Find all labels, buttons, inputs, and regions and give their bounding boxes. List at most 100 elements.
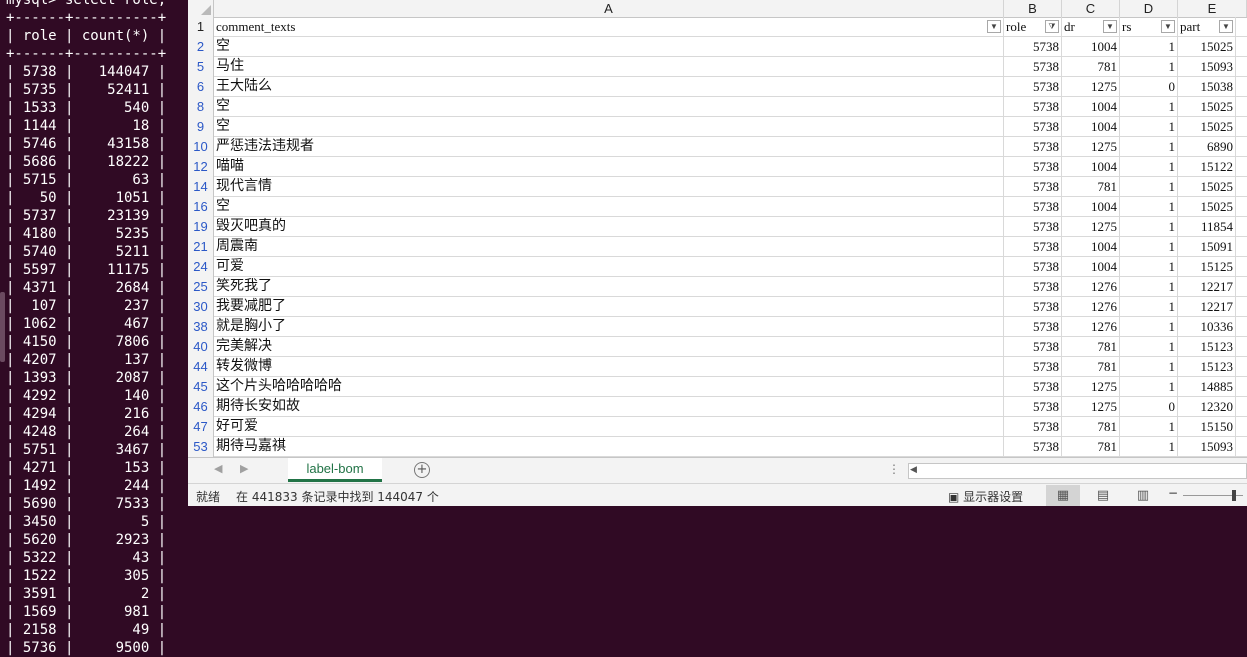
cell-part[interactable]: 15122 xyxy=(1178,157,1236,177)
row-number[interactable]: 8 xyxy=(188,97,214,117)
cell-role[interactable]: 5738 xyxy=(1004,137,1062,157)
cell-part[interactable]: 15038 xyxy=(1178,77,1236,97)
cell-comment-text[interactable]: 转发微博 xyxy=(214,357,1004,377)
tab-splitter-handle[interactable]: ⋮ xyxy=(888,462,900,477)
column-header-a[interactable]: A xyxy=(214,0,1004,17)
cell-rs[interactable]: 1 xyxy=(1120,277,1178,297)
cell-comment-text[interactable]: 现代言情 xyxy=(214,177,1004,197)
cell-dr[interactable]: 1275 xyxy=(1062,397,1120,417)
cell-rs[interactable]: 1 xyxy=(1120,317,1178,337)
row-number[interactable]: 14 xyxy=(188,177,214,197)
cell-comment-text[interactable]: 好可爱 xyxy=(214,417,1004,437)
cell-dr[interactable]: 781 xyxy=(1062,337,1120,357)
row-number[interactable]: 16 xyxy=(188,197,214,217)
cell-grid[interactable]: 1 comment_texts ▼ role ⧩ dr ▼ rs ▼ part … xyxy=(188,17,1247,457)
row-number[interactable]: 44 xyxy=(188,357,214,377)
cell-rs[interactable]: 0 xyxy=(1120,397,1178,417)
cell-role[interactable]: 5738 xyxy=(1004,397,1062,417)
filter-dropdown-icon[interactable]: ▼ xyxy=(1161,20,1175,33)
cell-rs[interactable]: 0 xyxy=(1120,77,1178,97)
cell-rs[interactable]: 1 xyxy=(1120,117,1178,137)
cell-dr[interactable]: 1004 xyxy=(1062,97,1120,117)
cell-dr[interactable]: 781 xyxy=(1062,177,1120,197)
cell-role[interactable]: 5738 xyxy=(1004,197,1062,217)
cell-role[interactable]: 5738 xyxy=(1004,417,1062,437)
cell-dr[interactable]: 1004 xyxy=(1062,37,1120,57)
cell-rs[interactable]: 1 xyxy=(1120,197,1178,217)
cell-comment-text[interactable]: 完美解决 xyxy=(214,337,1004,357)
cell-role[interactable]: 5738 xyxy=(1004,437,1062,457)
cell-part[interactable]: 15093 xyxy=(1178,437,1236,457)
cell-dr[interactable]: 1275 xyxy=(1062,137,1120,157)
normal-view-icon[interactable]: ▦ xyxy=(1046,485,1080,506)
cell-part[interactable]: 12217 xyxy=(1178,277,1236,297)
cell-part[interactable]: 15025 xyxy=(1178,177,1236,197)
cell-dr[interactable]: 781 xyxy=(1062,437,1120,457)
page-break-view-icon[interactable]: ▥ xyxy=(1126,485,1160,506)
row-number[interactable]: 21 xyxy=(188,237,214,257)
cell-part[interactable]: 10336 xyxy=(1178,317,1236,337)
terminal-panel[interactable]: mysql> select role, +------+----------+ | … xyxy=(0,0,188,657)
cell-dr[interactable]: 1276 xyxy=(1062,317,1120,337)
cell-part[interactable]: 15093 xyxy=(1178,57,1236,77)
column-header-d[interactable]: D xyxy=(1120,0,1178,17)
cell-comment-text[interactable]: 严惩违法违规者 xyxy=(214,137,1004,157)
cell-comment-text[interactable]: 空 xyxy=(214,117,1004,137)
cell-part[interactable]: 6890 xyxy=(1178,137,1236,157)
zoom-slider-handle[interactable] xyxy=(1232,490,1236,501)
cell-dr[interactable]: 1004 xyxy=(1062,157,1120,177)
cell-dr[interactable]: 781 xyxy=(1062,57,1120,77)
cell-comment-text[interactable]: 毁灭吧真的 xyxy=(214,217,1004,237)
cell-part[interactable]: 12217 xyxy=(1178,297,1236,317)
cell-dr[interactable]: 781 xyxy=(1062,417,1120,437)
terminal-scrollbar[interactable] xyxy=(0,292,5,362)
prev-sheet-icon[interactable]: ◀ xyxy=(214,462,222,475)
row-number[interactable]: 40 xyxy=(188,337,214,357)
row-number[interactable]: 46 xyxy=(188,397,214,417)
cell-rs[interactable]: 1 xyxy=(1120,377,1178,397)
cell-rs[interactable]: 1 xyxy=(1120,297,1178,317)
cell-part[interactable]: 15125 xyxy=(1178,257,1236,277)
filter-dropdown-icon[interactable]: ▼ xyxy=(987,20,1001,33)
cell-dr[interactable]: 1004 xyxy=(1062,257,1120,277)
header-cell-comment-texts[interactable]: comment_texts xyxy=(214,17,1004,37)
cell-comment-text[interactable]: 笑死我了 xyxy=(214,277,1004,297)
cell-rs[interactable]: 1 xyxy=(1120,237,1178,257)
cell-comment-text[interactable]: 这个片头哈哈哈哈哈 xyxy=(214,377,1004,397)
zoom-out-button[interactable]: − xyxy=(1168,486,1178,500)
cell-part[interactable]: 15025 xyxy=(1178,37,1236,57)
cell-rs[interactable]: 1 xyxy=(1120,217,1178,237)
cell-part[interactable]: 15025 xyxy=(1178,117,1236,137)
cell-comment-text[interactable]: 期待长安如故 xyxy=(214,397,1004,417)
cell-part[interactable]: 15091 xyxy=(1178,237,1236,257)
cell-dr[interactable]: 1275 xyxy=(1062,77,1120,97)
cell-comment-text[interactable]: 周震南 xyxy=(214,237,1004,257)
row-number[interactable]: 6 xyxy=(188,77,214,97)
cell-role[interactable]: 5738 xyxy=(1004,37,1062,57)
row-number[interactable]: 9 xyxy=(188,117,214,137)
cell-role[interactable]: 5738 xyxy=(1004,157,1062,177)
cell-dr[interactable]: 1275 xyxy=(1062,377,1120,397)
row-number[interactable]: 12 xyxy=(188,157,214,177)
cell-comment-text[interactable]: 期待马嘉祺 xyxy=(214,437,1004,457)
cell-comment-text[interactable]: 我要减肥了 xyxy=(214,297,1004,317)
cell-role[interactable]: 5738 xyxy=(1004,357,1062,377)
row-number[interactable]: 5 xyxy=(188,57,214,77)
cell-part[interactable]: 11854 xyxy=(1178,217,1236,237)
cell-rs[interactable]: 1 xyxy=(1120,157,1178,177)
cell-comment-text[interactable]: 空 xyxy=(214,37,1004,57)
row-number[interactable]: 38 xyxy=(188,317,214,337)
column-header-b[interactable]: B xyxy=(1004,0,1062,17)
display-settings-button[interactable]: ▣ 显示器设置 xyxy=(948,488,1023,505)
row-number[interactable]: 53 xyxy=(188,437,214,457)
cell-rs[interactable]: 1 xyxy=(1120,357,1178,377)
cell-part[interactable]: 15025 xyxy=(1178,197,1236,217)
cell-role[interactable]: 5738 xyxy=(1004,337,1062,357)
filter-dropdown-icon[interactable]: ▼ xyxy=(1103,20,1117,33)
cell-dr[interactable]: 1275 xyxy=(1062,217,1120,237)
cell-role[interactable]: 5738 xyxy=(1004,237,1062,257)
cell-part[interactable]: 15150 xyxy=(1178,417,1236,437)
row-number[interactable]: 45 xyxy=(188,377,214,397)
cell-role[interactable]: 5738 xyxy=(1004,377,1062,397)
cell-dr[interactable]: 1004 xyxy=(1062,117,1120,137)
